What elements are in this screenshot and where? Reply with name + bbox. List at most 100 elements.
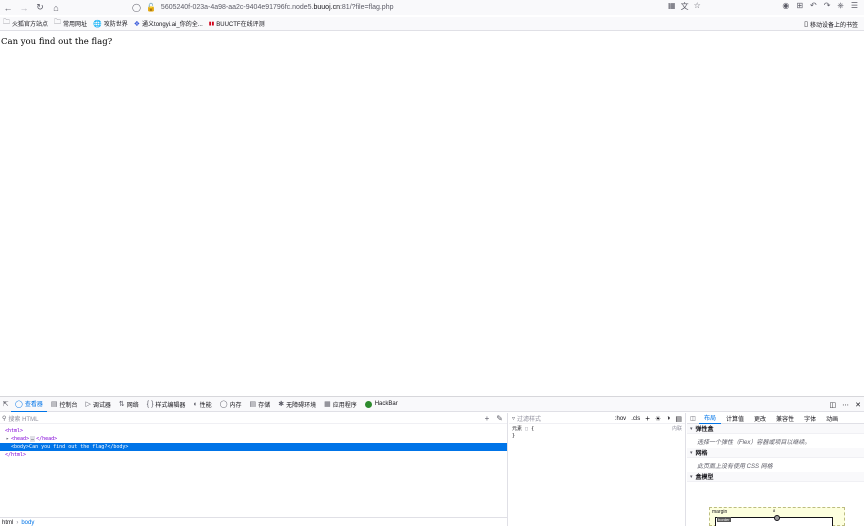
url-suffix: :81/?file=flag.php — [339, 4, 394, 11]
bookmark-item[interactable]: ▮▮ BUUCTF在线评测 — [209, 19, 265, 29]
bookmark-item[interactable]: ❖ 通义tongyi.ai_你的全... — [133, 19, 203, 29]
grid-section-header[interactable]: ▾ 网格 — [687, 448, 864, 458]
redo-icon[interactable]: ↷ — [824, 1, 831, 11]
collapse-arrow-icon: ▾ — [690, 473, 693, 480]
filter-icon: ▿ — [512, 415, 516, 422]
tab-layout[interactable]: 布局 — [699, 413, 722, 424]
markup-tree: <html> ▸ <head>… </head> <body>Can you fin… — [0, 424, 507, 459]
accessibility-icon: ✱ — [278, 401, 285, 408]
bookmark-item[interactable]: 🗀 火狐官方站点 — [3, 18, 48, 29]
memory-icon: ◯ — [219, 401, 228, 408]
performance-icon: ◐ — [193, 400, 198, 408]
tab-debugger[interactable]: ▷ 调试器 — [82, 397, 115, 412]
tab-label: 查看器 — [24, 402, 43, 408]
tab-performance[interactable]: ◐ 性能 — [189, 397, 215, 412]
tab-compatibility[interactable]: 兼容性 — [771, 413, 799, 424]
tongyi-icon: ❖ — [133, 20, 141, 28]
tree-node-head[interactable]: ▸ <head>… </head> — [0, 435, 507, 443]
tab-changes[interactable]: 更改 — [749, 413, 771, 424]
mobile-icon: ▯ — [804, 21, 808, 28]
qr-code-icon[interactable]: ▦ — [668, 1, 676, 12]
folder-icon: 🗀 — [54, 19, 62, 26]
cls-toggle[interactable]: .cls — [631, 416, 640, 422]
breadcrumb-item[interactable]: body — [21, 520, 34, 526]
bookmark-label: 通义tongyi.ai_你的全... — [142, 22, 203, 28]
bookmarks-toolbar: 🗀 火狐官方站点 🗀 常用网址 🌐 攻防世界 ❖ 通义tongyi.ai_你的全... … — [0, 17, 864, 31]
flexbox-section-header[interactable]: ▾ 弹性盒 — [687, 424, 864, 434]
hov-toggle[interactable]: :hov — [615, 416, 626, 422]
node-text: <html> — [5, 428, 24, 434]
bookmark-item[interactable]: 🌐 攻防世界 — [93, 19, 128, 29]
add-rule-icon[interactable]: + — [645, 414, 650, 423]
undo-icon[interactable]: ↶ — [810, 1, 817, 11]
menu-icon[interactable]: ☰ — [851, 1, 858, 11]
sidebar-toggle-icon[interactable]: ◫ — [687, 415, 699, 422]
rules-filter-bar[interactable]: ▿ 过滤样式 :hov .cls + ☀ ◑ ▤ — [509, 413, 685, 424]
application-icon: ▦ — [324, 401, 331, 408]
eyedropper-icon[interactable]: ✎ — [496, 414, 503, 423]
dock-icon[interactable]: ◫ — [830, 401, 837, 409]
flexbox-message: 选择一个弹性（Flex）容器或项目以继续。 — [697, 439, 811, 446]
border-label: border — [717, 517, 731, 522]
mobile-bookmarks[interactable]: ▯ 移动设备上的书签 — [804, 17, 858, 31]
back-icon[interactable]: ← — [0, 0, 16, 15]
crop-icon[interactable]: ⊞ — [796, 1, 803, 11]
mobile-bookmarks-label: 移动设备上的书签 — [809, 22, 858, 29]
tree-node-html[interactable]: <html> — [0, 427, 507, 435]
url-bar[interactable]: ◯ 🔓 5605240f-023a-4a98-aa2c-9404e91796fc… — [132, 1, 712, 14]
tab-label: 应用程序 — [332, 402, 357, 409]
breadcrumb-separator-icon: › — [16, 519, 19, 526]
url-prefix: 5605240f-023a-4a98-aa2c-9404e91796fc.nod… — [160, 4, 314, 11]
node-text: <head> — [11, 436, 30, 442]
rules-view: ▿ 过滤样式 :hov .cls + ☀ ◑ ▤ 元素 □ { } 内联 — [509, 413, 686, 526]
tab-computed[interactable]: 计算值 — [721, 413, 749, 424]
tab-application[interactable]: ▦ 应用程序 — [320, 397, 361, 412]
close-icon[interactable]: ✕ — [855, 401, 861, 409]
tab-inspector[interactable]: ◯ 查看器 — [11, 397, 47, 412]
tab-network[interactable]: ⇅ 网络 — [115, 397, 143, 412]
url-actions: ▦ 文 ☆ — [668, 1, 701, 12]
tab-storage[interactable]: ▤ 存储 — [246, 397, 275, 412]
insecure-lock-icon[interactable]: 🔓 — [146, 3, 156, 12]
node-text: </head> — [36, 436, 58, 442]
search-input[interactable]: 搜索 HTML — [8, 414, 38, 423]
debugger-icon: ▷ — [85, 401, 91, 408]
bookmark-item[interactable]: 🗀 常用网址 — [54, 18, 87, 29]
html-search-bar[interactable]: ⚲ 搜索 HTML + ✎ — [0, 413, 507, 424]
tab-animations[interactable]: 动画 — [821, 413, 843, 424]
light-theme-icon[interactable]: ☀ — [655, 415, 661, 423]
section-title: 网格 — [695, 451, 708, 457]
tab-console[interactable]: ▤ 控制台 — [47, 397, 82, 412]
extensions-icon[interactable]: ⎈ — [837, 1, 843, 11]
account-icon[interactable]: ◉ — [782, 1, 789, 11]
home-icon[interactable]: ⌂ — [48, 0, 64, 15]
devtools-window-controls: ◫ ⋯ ✕ — [830, 397, 862, 412]
margin-top-value[interactable]: 8 — [773, 508, 775, 513]
reload-icon[interactable]: ↻ — [32, 0, 48, 15]
tab-fonts[interactable]: 字体 — [799, 413, 821, 424]
tab-hackbar[interactable]: HackBar — [361, 397, 402, 412]
tree-node-body[interactable]: <body>Can you find out the flag?</body> — [0, 443, 507, 451]
resize-handle-icon[interactable] — [774, 515, 780, 521]
boxmodel-section-header[interactable]: ▾ 盒模型 — [687, 472, 864, 482]
tree-node-html-close[interactable]: </html> — [0, 451, 507, 459]
box-model-diagram: margin 8 border — [709, 507, 845, 526]
collapsed-badge[interactable]: … — [30, 436, 36, 442]
expand-arrow-icon[interactable]: ▸ — [6, 436, 9, 442]
element-picker-icon[interactable]: ⇱ — [0, 400, 11, 408]
add-node-icon[interactable]: + — [485, 414, 490, 423]
tab-style-editor[interactable]: { } 样式编辑器 — [143, 397, 190, 412]
filter-styles-input[interactable]: 过滤样式 — [517, 414, 541, 423]
dark-theme-icon[interactable]: ◑ — [666, 415, 670, 422]
print-media-icon[interactable]: ▤ — [675, 415, 682, 423]
url-text[interactable]: 5605240f-023a-4a98-aa2c-9404e91796fc.nod… — [161, 4, 394, 11]
more-options-icon[interactable]: ⋯ — [842, 401, 849, 409]
bookmark-star-icon[interactable]: ☆ — [694, 1, 701, 12]
tracking-shield-icon[interactable]: ◯ — [132, 3, 141, 12]
forward-icon[interactable]: → — [16, 0, 32, 15]
tab-accessibility[interactable]: ✱ 无障碍环境 — [274, 397, 320, 412]
tab-memory[interactable]: ◯ 内存 — [216, 397, 246, 412]
breadcrumb-item[interactable]: html — [2, 520, 13, 526]
translate-icon[interactable]: 文 — [681, 1, 689, 12]
rule-checkbox-icon[interactable]: □ — [525, 426, 528, 432]
